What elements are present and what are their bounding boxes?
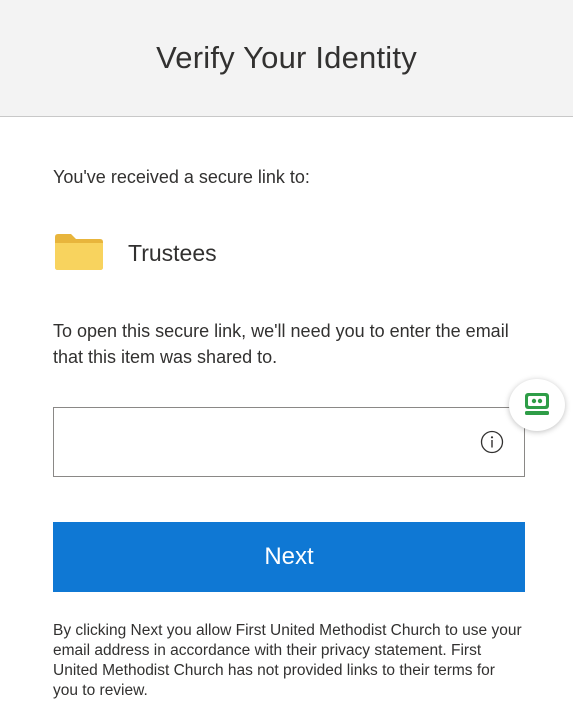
info-icon[interactable] xyxy=(480,430,504,454)
verify-identity-page: Verify Your Identity You've received a s… xyxy=(0,0,573,711)
shared-item: Trustees xyxy=(53,232,523,272)
intro-text: You've received a secure link to: xyxy=(53,167,310,187)
next-button[interactable]: Next xyxy=(53,522,525,592)
privacy-disclaimer: By clicking Next you allow First United … xyxy=(53,622,522,699)
email-field[interactable] xyxy=(53,407,525,477)
header: Verify Your Identity xyxy=(0,0,573,117)
password-manager-icon xyxy=(525,393,549,415)
password-manager-badge[interactable] xyxy=(509,379,565,431)
email-input[interactable] xyxy=(64,418,468,468)
page-title: Verify Your Identity xyxy=(156,40,417,75)
instructions-text: To open this secure link, we'll need you… xyxy=(53,321,509,367)
shared-item-name: Trustees xyxy=(128,240,217,266)
folder-icon xyxy=(55,234,103,270)
